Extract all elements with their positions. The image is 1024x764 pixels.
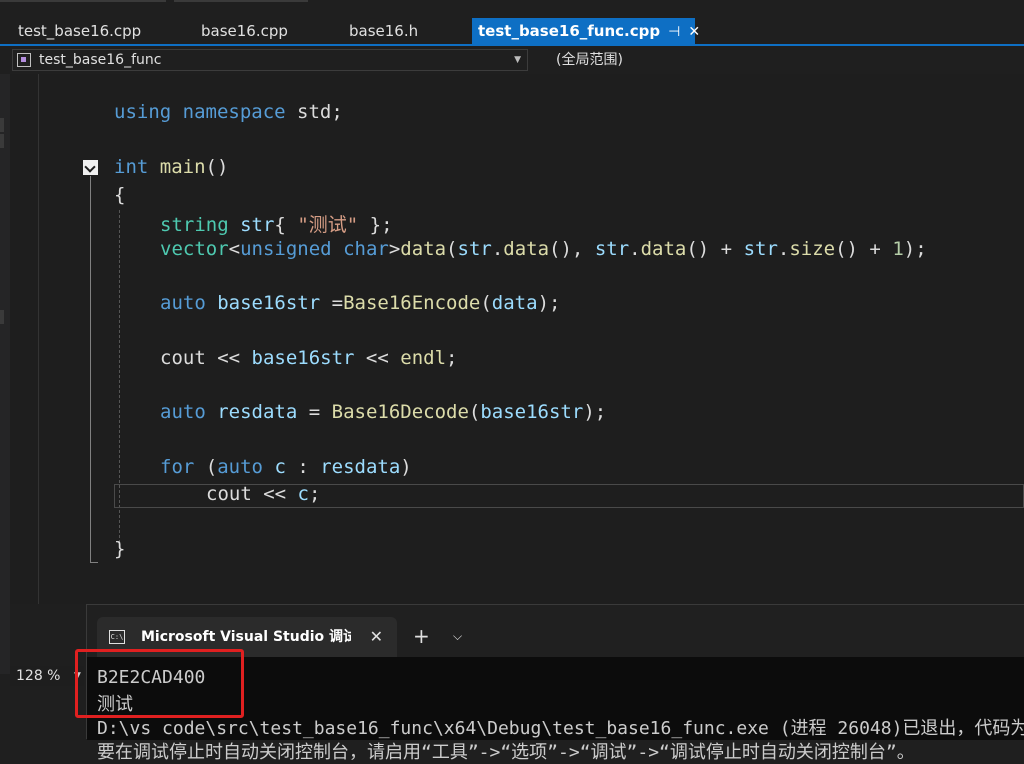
scope-dropdown[interactable]: test_base16_func ▼	[12, 49, 528, 71]
code-line: cout << base16str << endl;	[160, 347, 458, 369]
scope-dropdown-label: test_base16_func	[39, 52, 162, 68]
terminal-icon: C:\	[109, 630, 125, 644]
code-line: auto base16str =Base16Encode(data);	[160, 292, 561, 314]
code-line: }	[114, 538, 126, 560]
chevron-down-icon: ▼	[514, 55, 521, 65]
collapse-icon[interactable]	[83, 160, 98, 175]
top-strip-segment	[174, 0, 308, 2]
tool-strip-marker	[0, 310, 4, 324]
member-dropdown[interactable]: (全局范围)	[556, 49, 623, 71]
code-line: int main()	[114, 156, 229, 178]
code-line: string str{ "测试" };	[160, 214, 393, 236]
tab-base16-h[interactable]: base16.h	[343, 18, 424, 44]
left-tool-strip	[0, 74, 10, 674]
code-line: auto resdata = Base16Decode(base16str);	[160, 401, 607, 423]
tab-base16-cpp[interactable]: base16.cpp	[195, 18, 294, 44]
top-strip-segment	[0, 0, 166, 2]
code-line: cout << c;	[206, 483, 321, 505]
fold-outline	[90, 176, 91, 562]
tab-label: test_base16_func.cpp	[478, 22, 661, 40]
chevron-down-icon[interactable]: ⌵	[453, 623, 462, 649]
close-icon[interactable]: ✕	[688, 19, 700, 45]
code-text: using namespace std; int main() { string…	[10, 74, 927, 580]
code-line: using namespace std;	[114, 101, 343, 123]
code-line: for (auto c : resdata)	[160, 456, 412, 478]
tab-label: base16.h	[349, 22, 419, 40]
zoom-dropdown[interactable]: 128 % ▼	[10, 666, 84, 686]
navigation-bar: test_base16_func ▼ (全局范围)	[0, 46, 1024, 75]
console-line: 要在调试停止时自动关闭控制台，请启用“工具”->“选项”->“调试”->“调试停…	[97, 742, 915, 763]
code-editor[interactable]: using namespace std; int main() { string…	[10, 74, 1024, 604]
tool-strip-marker	[0, 134, 4, 148]
highlight-annotation-box	[75, 649, 244, 718]
fold-outline-end	[90, 562, 98, 563]
zoom-level: 128 %	[16, 668, 61, 684]
pin-icon[interactable]: ⊣	[668, 19, 680, 45]
tab-test-base16-func-cpp[interactable]: test_base16_func.cpp ⊣ ✕	[472, 18, 700, 45]
tab-test-base16-cpp[interactable]: test_base16.cpp	[12, 18, 147, 44]
code-line: vector<unsigned char>data(str.data(), st…	[160, 238, 927, 260]
window-top-strip	[0, 0, 1024, 18]
new-tab-button[interactable]: +	[413, 623, 430, 649]
project-icon	[17, 53, 31, 67]
code-line: {	[114, 184, 126, 206]
tab-label: test_base16.cpp	[18, 22, 142, 40]
document-tab-bar: test_base16.cpp base16.cpp base16.h test…	[0, 18, 1024, 44]
tab-label: base16.cpp	[201, 22, 288, 40]
tool-strip-marker	[0, 118, 4, 132]
close-icon[interactable]: ✕	[370, 617, 383, 657]
